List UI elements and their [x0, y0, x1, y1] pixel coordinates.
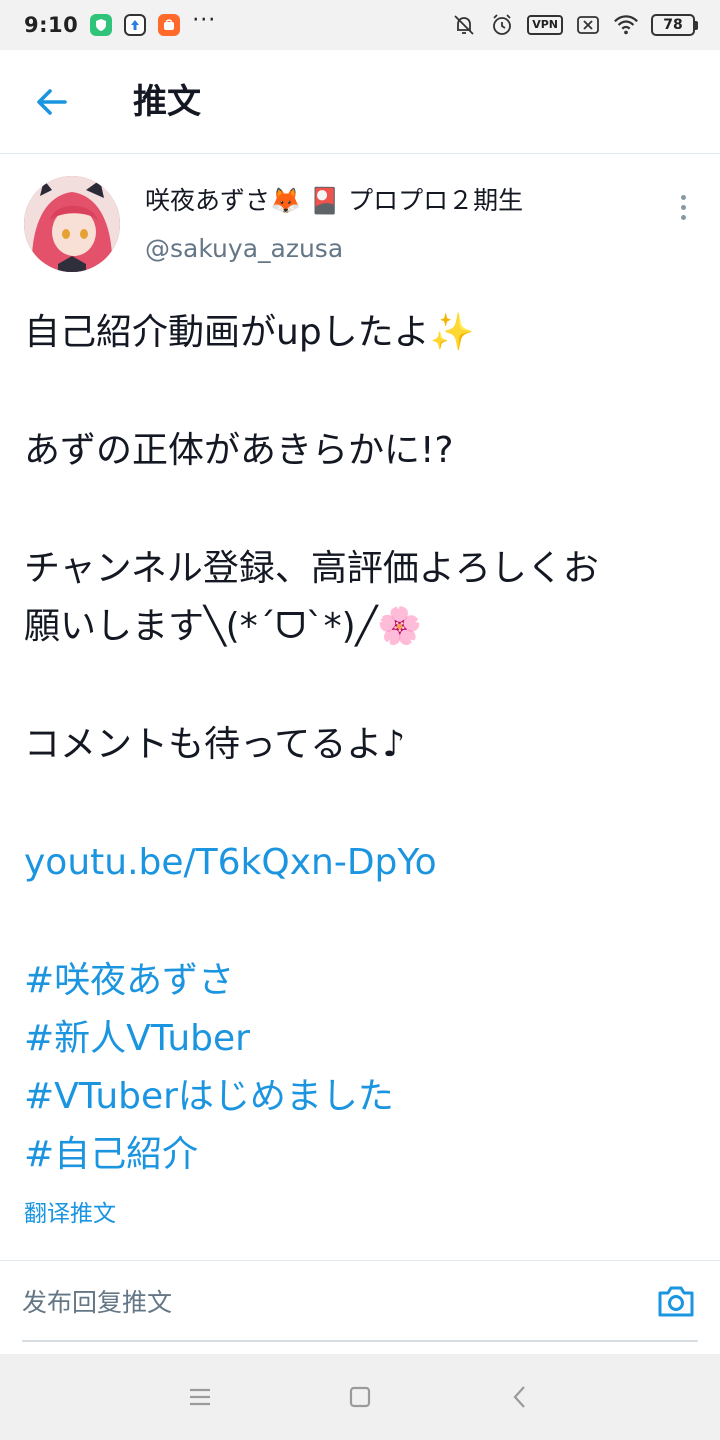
reply-composer[interactable]: 发布回复推文 [22, 1262, 698, 1342]
menu-button[interactable] [180, 1377, 220, 1417]
page-title: 推文 [133, 82, 201, 122]
chevron-left-icon [513, 1386, 525, 1408]
translate-tweet-link[interactable]: 翻译推文 [24, 1194, 116, 1228]
square-icon [349, 1386, 371, 1408]
avatar[interactable] [24, 176, 120, 272]
status-time: 9:10 [24, 13, 79, 37]
vpn-icon: VPN [527, 15, 563, 35]
tweet-text: 自己紹介動画がupしたよ✨ あずの正体があきらかに!? チャンネル登録、高評価よ… [24, 304, 704, 1184]
home-button[interactable] [340, 1377, 380, 1417]
status-bar: 9:10 ··· VPN 78 [0, 0, 720, 50]
more-notifications-icon: ··· [192, 8, 217, 33]
back-button[interactable] [30, 80, 74, 124]
back-nav-button[interactable] [500, 1377, 540, 1417]
more-vertical-icon [680, 194, 686, 200]
tweet-line: 自己紹介動画がupしたよ✨ [24, 312, 475, 353]
app-header: 推文 [0, 50, 720, 154]
shield-app-icon [90, 14, 113, 36]
wifi-icon [613, 12, 639, 38]
arrow-left-icon [37, 89, 67, 115]
tweet-line: 願いします╲(*´ᗜ`*)╱🌸 [24, 606, 423, 647]
tweet-line: あずの正体があきらかに!? [24, 430, 454, 471]
author-handle[interactable]: @sakuya_azusa [145, 232, 343, 266]
reply-input[interactable]: 发布回复推文 [22, 1283, 172, 1319]
battery-icon: 78 [651, 14, 698, 36]
divider [0, 1260, 720, 1261]
tweet-line: コメントも待ってるよ♪ [24, 724, 406, 765]
hashtag-link[interactable]: #咲夜あずさ [24, 952, 704, 1010]
youtube-link[interactable]: youtu.be/T6kQxn-DpYo [24, 834, 704, 892]
sim-off-icon [575, 12, 601, 38]
camera-button[interactable] [654, 1279, 698, 1323]
more-options-button[interactable] [670, 190, 696, 224]
tweet-line: チャンネル登録、高評価よろしくお [24, 548, 599, 589]
bell-off-icon [451, 12, 477, 38]
battery-level: 78 [651, 14, 695, 36]
alarm-icon [489, 12, 515, 38]
hashtag-link[interactable]: #自己紹介 [24, 1126, 704, 1184]
hashtag-link[interactable]: #VTuberはじめました [24, 1068, 704, 1126]
camera-icon [658, 1286, 694, 1317]
mi-store-icon [158, 14, 181, 36]
upload-app-icon [124, 14, 147, 36]
system-nav-bar [0, 1354, 720, 1440]
author-name[interactable]: 咲夜あずさ🦊 🎴 プロプロ２期生 [145, 184, 523, 218]
menu-icon [190, 1388, 210, 1406]
hashtag-link[interactable]: #新人VTuber [24, 1010, 704, 1068]
